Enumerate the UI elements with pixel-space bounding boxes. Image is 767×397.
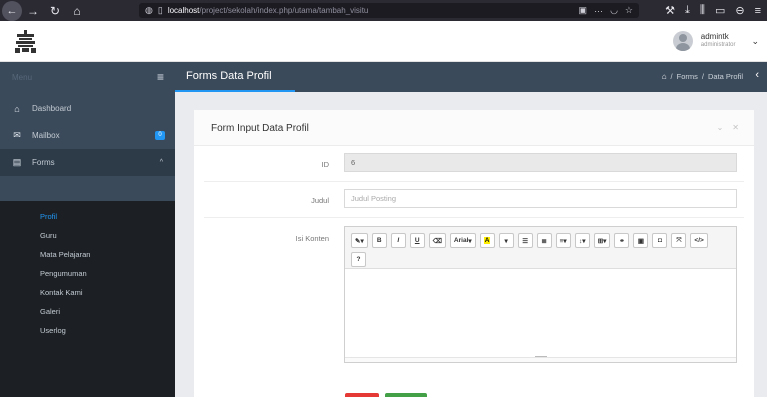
id-label: ID	[321, 160, 330, 169]
library-icon[interactable]: ⫼	[700, 4, 705, 17]
sidebar-item-label: Mailbox	[32, 131, 60, 140]
forms-submenu: Profil Guru Mata Pelajaran Pengumuman Ko…	[0, 201, 175, 340]
close-icon[interactable]: ✕	[732, 123, 739, 132]
menu-icon[interactable]: ≡	[755, 5, 761, 17]
style-dropdown-button[interactable]: ✎▾	[351, 233, 368, 248]
address-bar[interactable]: ◍ ▯ localhost/project/sekolah/index.php/…	[139, 3, 639, 18]
pocket-icon[interactable]: ◡	[610, 5, 618, 16]
sidebar-item-forms[interactable]: ▤ Forms ^	[0, 149, 175, 176]
sidebar-subitem-pengumuman[interactable]: Pengumuman	[0, 264, 175, 283]
content-header: Forms Data Profil ⌂ / Forms / Data Profi…	[175, 62, 767, 92]
sidebar-subitem-guru[interactable]: Guru	[0, 226, 175, 245]
breadcrumb-data-profil: Data Profil	[707, 72, 743, 81]
editor-toolbar: ✎▾ B I U ⌫ Arial ▾ A ▾ ☰ ≣ ≡▾ ↕▾ ⊞▾ ⚭ ▣ ◘…	[345, 227, 736, 269]
chevron-up-icon: ^	[159, 159, 163, 166]
forward-icon[interactable]: →	[22, 0, 44, 21]
eraser-icon[interactable]: ⌫	[428, 233, 446, 248]
sidebar-brand: Menu	[12, 72, 33, 82]
code-view-icon[interactable]: </>	[690, 233, 708, 248]
form-card: Form Input Data Profil ⌄ ✕ ID 6 Judul Ju…	[194, 110, 754, 397]
table-dropdown[interactable]: ⊞▾	[593, 233, 611, 248]
breadcrumb: ⌂ / Forms / Data Profil	[661, 72, 743, 81]
browser-toolbar: ← → ↻ ⌂ ◍ ▯ localhost/project/sekolah/in…	[0, 0, 767, 21]
sidebar-item-label: Forms	[32, 158, 55, 167]
back-icon[interactable]: ←	[2, 0, 22, 21]
image-icon[interactable]: ▣	[633, 233, 649, 248]
id-field: 6	[344, 153, 737, 172]
help-button[interactable]: ?	[351, 252, 366, 267]
ordered-list-button[interactable]: ≣	[536, 233, 552, 248]
account-icon[interactable]: ⊖	[735, 4, 744, 17]
rich-text-editor[interactable]: ✎▾ B I U ⌫ Arial ▾ A ▾ ☰ ≣ ≡▾ ↕▾ ⊞▾ ⚭ ▣ ◘…	[344, 226, 737, 363]
underline-button[interactable]: U	[409, 233, 425, 248]
shield-icon: ◍	[145, 5, 153, 15]
chevron-down-icon[interactable]: ⌄	[751, 36, 759, 47]
save-button[interactable]	[385, 393, 427, 397]
card-title: Form Input Data Profil	[211, 123, 309, 134]
url-path: /project/sekolah/index.php/utama/tambah_…	[199, 6, 369, 15]
mail-icon: ✉	[13, 130, 21, 140]
breadcrumb-forms[interactable]: Forms	[677, 72, 698, 81]
paragraph-dropdown[interactable]: ≡▾	[555, 233, 571, 248]
judul-label: Judul	[311, 196, 329, 205]
forms-icon: ▤	[12, 157, 22, 167]
sidebar-header: Menu ≡	[0, 62, 175, 92]
divider	[204, 181, 744, 182]
page-icon: ▯	[157, 5, 163, 15]
divider	[204, 217, 744, 218]
title-underline	[175, 90, 295, 92]
sidebar-item-dashboard[interactable]: ⌂ Dashboard	[0, 95, 175, 122]
sidebar-subitem-mata-pelajaran[interactable]: Mata Pelajaran	[0, 245, 175, 264]
sidebar-item-mailbox[interactable]: ✉ Mailbox 0	[0, 122, 175, 149]
collapse-icon[interactable]: ⌄	[717, 123, 724, 132]
video-icon[interactable]: ◘	[652, 233, 668, 248]
line-height-dropdown[interactable]: ↕▾	[574, 233, 590, 248]
home-icon[interactable]: ⌂	[662, 72, 667, 81]
more-icon[interactable]: ···	[594, 6, 603, 16]
avatar[interactable]	[672, 31, 693, 51]
home-icon: ⌂	[14, 103, 20, 114]
font-family-dropdown[interactable]: Arial ▾	[449, 233, 476, 248]
sidebar-subitem-kontak-kami[interactable]: Kontak Kami	[0, 283, 175, 302]
reset-button[interactable]	[345, 393, 379, 397]
url-host: localhost	[167, 6, 200, 15]
sidebar-item-label: Dashboard	[32, 104, 72, 113]
link-icon[interactable]: ⚭	[614, 233, 630, 248]
sidebar-subitem-userlog[interactable]: Userlog	[0, 321, 175, 340]
editor-statusbar	[345, 357, 736, 362]
app-topbar: admintk administrator ⌄	[0, 21, 767, 62]
color-dropdown-button[interactable]: ▾	[498, 233, 514, 248]
judul-input[interactable]: Judul Posting	[344, 189, 737, 208]
highlight-color-button[interactable]: A	[479, 233, 495, 248]
user-role: administrator	[700, 42, 736, 48]
sidebar: Menu ≡ ⌂ Dashboard ✉ Mailbox 0 ▤ Forms ^…	[0, 62, 175, 397]
page-title: Forms Data Profil	[186, 70, 272, 82]
hamburger-icon[interactable]: ≡	[157, 70, 164, 84]
mailbox-count-badge: 0	[155, 131, 165, 140]
unordered-list-button[interactable]: ☰	[517, 233, 533, 248]
tools-icon[interactable]: ⚒	[665, 4, 675, 17]
school-logo[interactable]	[13, 29, 38, 54]
user-name: admintk	[700, 32, 729, 41]
bold-button[interactable]: B	[371, 233, 387, 248]
star-icon[interactable]: ☆	[625, 5, 633, 16]
sidebar-subitem-galeri[interactable]: Galeri	[0, 302, 175, 321]
italic-button[interactable]: I	[390, 233, 406, 248]
isi-konten-label: Isi Konten	[295, 234, 329, 243]
sidebar-icon[interactable]: ▭	[715, 4, 725, 17]
sidebar-subitem-profil[interactable]: Profil	[0, 207, 175, 226]
card-header: Form Input Data Profil ⌄ ✕	[194, 110, 754, 146]
reader-icon[interactable]: ▣	[579, 5, 588, 16]
user-menu[interactable]: admintk administrator ⌄	[672, 27, 759, 55]
download-icon[interactable]: ⤓	[685, 4, 690, 17]
reload-icon[interactable]: ↻	[44, 0, 66, 21]
chevron-left-icon[interactable]: ‹	[755, 69, 759, 81]
home-icon[interactable]: ⌂	[66, 0, 88, 21]
fullscreen-icon[interactable]: ⤧	[671, 233, 687, 248]
